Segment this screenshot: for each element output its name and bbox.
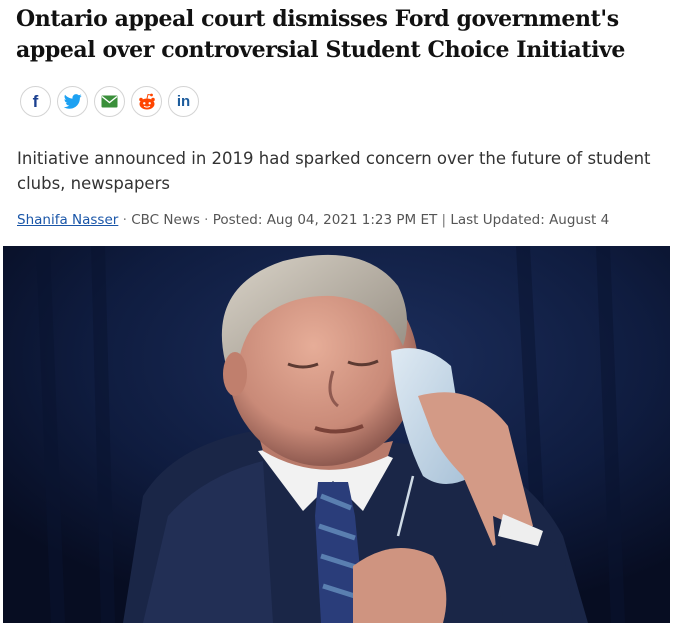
- reddit-icon: [138, 93, 155, 109]
- email-icon: [101, 95, 118, 108]
- article-deck: Initiative announced in 2019 had sparked…: [17, 149, 651, 193]
- share-linkedin-button[interactable]: in: [168, 86, 199, 117]
- byline-separator: ·: [199, 212, 213, 228]
- photo-illustration: [3, 246, 670, 623]
- updated-date: Last Updated: August 4: [450, 212, 610, 228]
- hero-photo: [3, 246, 670, 623]
- facebook-icon: f: [32, 91, 39, 111]
- author-link[interactable]: Shanifa Nasser: [17, 212, 118, 228]
- byline-separator: ·: [118, 212, 132, 228]
- linkedin-icon: in: [176, 93, 191, 110]
- twitter-icon: [63, 94, 82, 109]
- share-twitter-button[interactable]: [57, 86, 88, 117]
- share-email-button[interactable]: [94, 86, 125, 117]
- share-reddit-button[interactable]: [131, 86, 162, 117]
- posted-date: Posted: Aug 04, 2021 1:23 PM ET: [212, 212, 438, 228]
- share-facebook-button[interactable]: f: [20, 86, 51, 117]
- byline: Shanifa Nasser · CBC News · Posted: Aug …: [17, 212, 609, 228]
- byline-divider: |: [437, 212, 451, 228]
- share-bar: f in: [20, 86, 199, 117]
- article-headline: Ontario appeal court dismisses Ford gove…: [16, 6, 626, 63]
- byline-source: CBC News: [131, 212, 200, 228]
